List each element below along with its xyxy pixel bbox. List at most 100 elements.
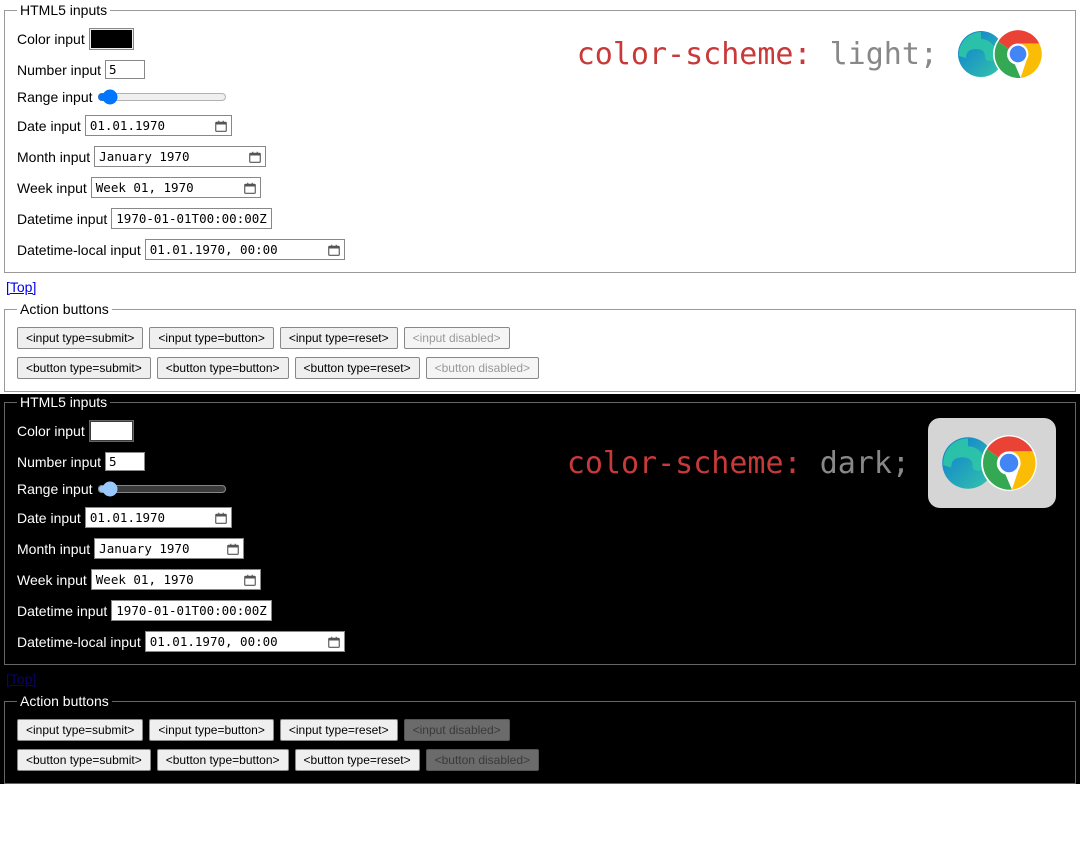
number-input[interactable] <box>105 60 145 79</box>
button-reset-button[interactable]: <button type=reset> <box>295 357 420 379</box>
datetime-local-input-row: Datetime-local input 01.01.1970, 00:00 <box>17 631 1063 652</box>
week-input-row: Week input Week 01, 1970 <box>17 569 1063 590</box>
action-buttons-legend: Action buttons <box>17 693 112 709</box>
calendar-icon[interactable] <box>249 151 261 163</box>
calendar-icon[interactable] <box>227 543 239 555</box>
input-disabled-button: <input disabled> <box>404 327 510 349</box>
input-submit-button[interactable]: <input type=submit> <box>17 327 143 349</box>
number-input-label: Number input <box>17 62 101 78</box>
color-input[interactable] <box>89 28 134 50</box>
input-button-button[interactable]: <input type=button> <box>149 719 273 741</box>
range-input[interactable] <box>97 481 227 497</box>
scheme-badge: color-scheme: light; <box>577 26 1056 82</box>
color-input-label: Color input <box>17 423 85 439</box>
scheme-text: color-scheme: light; <box>577 37 938 72</box>
scheme-val: light; <box>830 37 938 72</box>
input-buttons-row: <input type=submit> <input type=button> … <box>17 327 1063 349</box>
action-buttons-legend: Action buttons <box>17 301 112 317</box>
html5-inputs-legend: HTML5 inputs <box>17 394 110 410</box>
scheme-text: color-scheme: dark; <box>567 446 910 481</box>
week-value: Week 01, 1970 <box>96 180 194 195</box>
browser-icons <box>928 418 1056 508</box>
month-input[interactable]: January 1970 <box>94 538 244 559</box>
color-swatch <box>91 422 132 440</box>
color-swatch <box>91 30 132 48</box>
number-input-label: Number input <box>17 454 101 470</box>
datetime-local-input-label: Datetime-local input <box>17 634 141 650</box>
week-input[interactable]: Week 01, 1970 <box>91 177 261 198</box>
button-disabled-button: <button disabled> <box>426 749 539 771</box>
month-input-row: Month input January 1970 <box>17 146 1063 167</box>
date-value: 01.01.1970 <box>90 118 165 133</box>
html5-inputs-legend: HTML5 inputs <box>17 2 110 18</box>
date-input-label: Date input <box>17 118 81 134</box>
datetime-value: 1970-01-01T00:00:00Z <box>116 211 267 226</box>
button-submit-button[interactable]: <button type=submit> <box>17 357 151 379</box>
datetime-local-input-row: Datetime-local input 01.01.1970, 00:00 <box>17 239 1063 260</box>
light-scheme-section: HTML5 inputs Color input Number input Ra… <box>0 2 1080 392</box>
week-input-row: Week input Week 01, 1970 <box>17 177 1063 198</box>
datetime-local-value: 01.01.1970, 00:00 <box>150 634 278 649</box>
datetime-local-input[interactable]: 01.01.1970, 00:00 <box>145 631 345 652</box>
range-input-label: Range input <box>17 481 93 497</box>
scheme-prop: color-scheme: <box>567 446 802 481</box>
button-buttons-row: <button type=submit> <button type=button… <box>17 357 1063 379</box>
top-link[interactable]: [Top] <box>0 275 42 299</box>
scheme-val: dark; <box>820 446 910 481</box>
top-link[interactable]: [Top] <box>0 667 42 691</box>
action-buttons-fieldset: Action buttons <input type=submit> <inpu… <box>4 301 1076 392</box>
button-reset-button[interactable]: <button type=reset> <box>295 749 420 771</box>
chrome-icon <box>980 434 1038 492</box>
date-input[interactable]: 01.01.1970 <box>85 507 232 528</box>
browser-icons <box>956 26 1056 82</box>
input-buttons-row: <input type=submit> <input type=button> … <box>17 719 1063 741</box>
week-input-label: Week input <box>17 180 87 196</box>
calendar-icon[interactable] <box>215 512 227 524</box>
dark-scheme-section: HTML5 inputs Color input Number input Ra… <box>0 394 1080 784</box>
scheme-prop: color-scheme: <box>577 37 812 72</box>
datetime-input-label: Datetime input <box>17 211 107 227</box>
button-submit-button[interactable]: <button type=submit> <box>17 749 151 771</box>
datetime-local-value: 01.01.1970, 00:00 <box>150 242 278 257</box>
week-input-label: Week input <box>17 572 87 588</box>
datetime-input[interactable]: 1970-01-01T00:00:00Z <box>111 600 272 621</box>
number-input[interactable] <box>105 452 145 471</box>
date-value: 01.01.1970 <box>90 510 165 525</box>
week-value: Week 01, 1970 <box>96 572 194 587</box>
range-input[interactable] <box>97 89 227 105</box>
week-input[interactable]: Week 01, 1970 <box>91 569 261 590</box>
date-input-row: Date input 01.01.1970 <box>17 507 1063 528</box>
range-input-label: Range input <box>17 89 93 105</box>
input-disabled-button: <input disabled> <box>404 719 510 741</box>
month-input[interactable]: January 1970 <box>94 146 266 167</box>
color-input[interactable] <box>89 420 134 442</box>
datetime-local-input[interactable]: 01.01.1970, 00:00 <box>145 239 345 260</box>
date-input[interactable]: 01.01.1970 <box>85 115 232 136</box>
chrome-icon <box>992 28 1044 80</box>
button-buttons-row: <button type=submit> <button type=button… <box>17 749 1063 771</box>
month-value: January 1970 <box>99 541 189 556</box>
input-reset-button[interactable]: <input type=reset> <box>280 719 398 741</box>
button-button-button[interactable]: <button type=button> <box>157 357 289 379</box>
month-input-label: Month input <box>17 149 90 165</box>
range-input-row: Range input <box>17 89 1063 105</box>
calendar-icon[interactable] <box>244 182 256 194</box>
datetime-input-row: Datetime input 1970-01-01T00:00:00Z <box>17 600 1063 621</box>
color-input-label: Color input <box>17 31 85 47</box>
calendar-icon[interactable] <box>215 120 227 132</box>
calendar-icon[interactable] <box>244 574 256 586</box>
input-reset-button[interactable]: <input type=reset> <box>280 327 398 349</box>
calendar-icon[interactable] <box>328 244 340 256</box>
month-value: January 1970 <box>99 149 189 164</box>
input-button-button[interactable]: <input type=button> <box>149 327 273 349</box>
datetime-input[interactable]: 1970-01-01T00:00:00Z <box>111 208 272 229</box>
button-disabled-button: <button disabled> <box>426 357 539 379</box>
scheme-badge: color-scheme: dark; <box>567 418 1056 508</box>
button-button-button[interactable]: <button type=button> <box>157 749 289 771</box>
datetime-input-label: Datetime input <box>17 603 107 619</box>
input-submit-button[interactable]: <input type=submit> <box>17 719 143 741</box>
calendar-icon[interactable] <box>328 636 340 648</box>
datetime-local-input-label: Datetime-local input <box>17 242 141 258</box>
month-input-label: Month input <box>17 541 90 557</box>
date-input-label: Date input <box>17 510 81 526</box>
